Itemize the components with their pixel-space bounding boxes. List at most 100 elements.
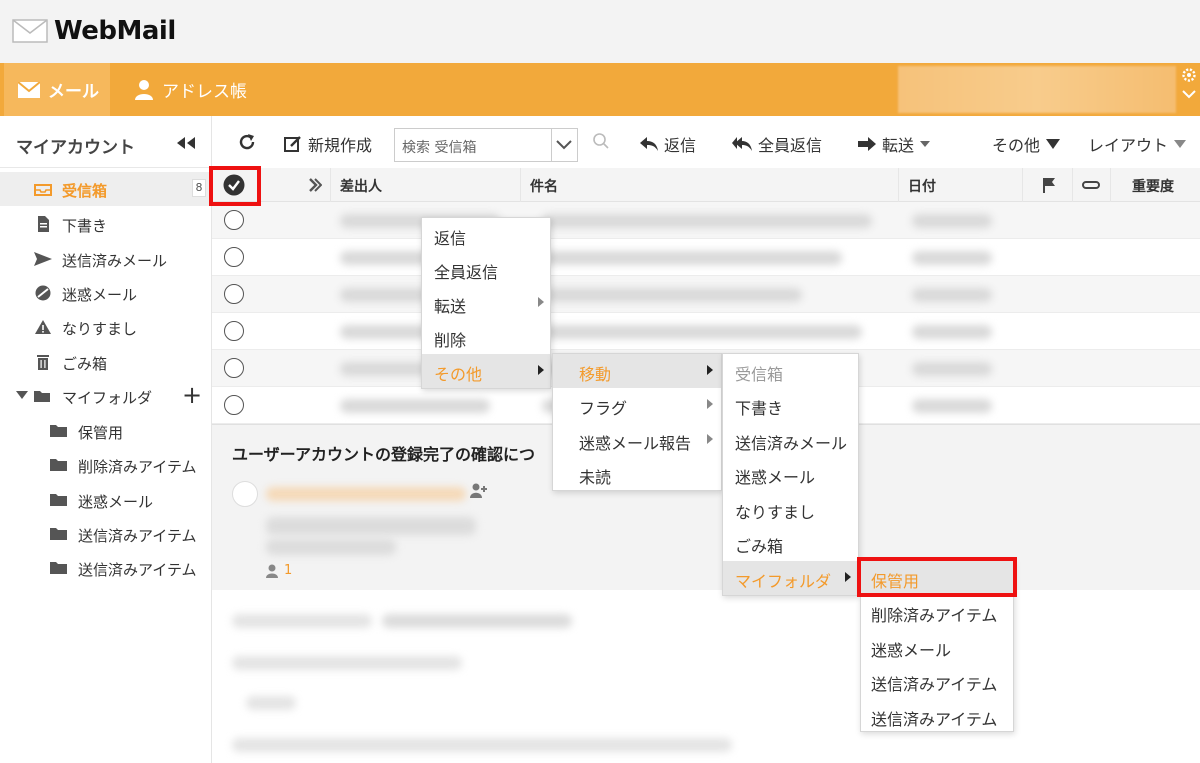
submenu-arrow-icon — [707, 434, 713, 444]
sidebar-item-drafts[interactable]: 下書き — [0, 207, 212, 241]
compose-icon — [284, 136, 301, 152]
nav-tab-address-book[interactable]: アドレス帳 — [130, 63, 247, 116]
new-message-label: 新規作成 — [308, 136, 373, 155]
menu-item-label: 転送 — [434, 297, 467, 316]
chevron-down-icon — [1182, 90, 1196, 99]
move-target-spam-folder[interactable]: 迷惑メール — [861, 630, 1013, 664]
sidebar-item-spam[interactable]: 迷惑メール — [0, 276, 212, 310]
sidebar-subfolder-item[interactable]: 送信済みアイテム — [0, 517, 212, 551]
column-divider — [1072, 168, 1073, 202]
redacted-date — [912, 214, 992, 228]
sidebar-item-sent[interactable]: 送信済みメール — [0, 242, 212, 276]
menu-item-label: 迷惑メール報告 — [579, 434, 692, 453]
person-icon — [135, 79, 153, 100]
flag-icon[interactable] — [1042, 177, 1056, 193]
row-select-radio[interactable] — [224, 395, 244, 415]
nav-tab-mail[interactable]: メール — [4, 63, 110, 116]
menu-item-reply-all[interactable]: 全員返信 — [422, 252, 550, 286]
move-target-spam[interactable]: 迷惑メール — [723, 457, 858, 491]
menu-item-label: 迷惑メール — [735, 468, 816, 487]
more-button[interactable]: その他 — [992, 132, 1061, 156]
reply-all-button[interactable]: 全員返信 — [732, 132, 822, 156]
recipient-count[interactable]: 1 — [266, 563, 292, 578]
caret-down-icon — [920, 141, 931, 147]
redacted-sender-name — [266, 487, 466, 501]
menu-item-move[interactable]: 移動 — [553, 354, 721, 388]
row-select-radio[interactable] — [224, 358, 244, 378]
collapse-sidebar-icon[interactable] — [176, 137, 196, 149]
app-title: WebMail — [54, 16, 176, 46]
redacted-body-line — [246, 696, 296, 710]
sidebar-item-trash[interactable]: ごみ箱 — [0, 345, 212, 379]
menu-item-report-spam[interactable]: 迷惑メール報告 — [553, 423, 721, 457]
table-row[interactable] — [212, 276, 1200, 313]
highlight-target-folder — [857, 557, 1017, 597]
move-target-trash[interactable]: ごみ箱 — [723, 526, 858, 560]
forward-button[interactable]: 転送 — [858, 132, 931, 156]
move-target-sent-items-2[interactable]: 送信済みアイテム — [861, 699, 1013, 733]
column-date[interactable]: 日付 — [908, 176, 936, 196]
add-folder-button[interactable]: + — [182, 383, 202, 407]
sidebar-subfolder-item[interactable]: 送信済みアイテム — [0, 551, 212, 585]
row-select-radio[interactable] — [224, 284, 244, 304]
layout-label: レイアウト — [1088, 136, 1169, 155]
thread-arrow-icon[interactable] — [308, 177, 322, 193]
sidebar-item-myfolder[interactable]: マイフォルダ + — [0, 379, 212, 413]
menu-item-flag[interactable]: フラグ — [553, 388, 721, 422]
sidebar-subfolder-item[interactable]: 削除済みアイテム — [0, 448, 212, 482]
search-box[interactable]: 検索 受信箱 — [394, 128, 578, 162]
redacted-date — [912, 251, 992, 265]
send-icon — [34, 252, 52, 266]
column-importance[interactable]: 重要度 — [1132, 176, 1174, 196]
menu-item-forward[interactable]: 転送 — [422, 286, 550, 320]
move-target-sent[interactable]: 送信済みメール — [723, 423, 858, 457]
warning-icon — [35, 320, 51, 334]
table-row[interactable] — [212, 202, 1200, 239]
move-submenu: 受信箱 下書き 送信済みメール 迷惑メール なりすまし ごみ箱 マイフォルダ — [722, 353, 859, 596]
reply-button[interactable]: 返信 — [640, 132, 696, 156]
menu-item-mark-unread[interactable]: 未読 — [553, 457, 721, 491]
menu-item-reply[interactable]: 返信 — [422, 218, 550, 252]
app-logo[interactable]: WebMail — [12, 16, 176, 46]
document-icon — [38, 216, 49, 232]
caret-down-icon[interactable] — [16, 391, 28, 399]
row-select-radio[interactable] — [224, 247, 244, 267]
table-row[interactable] — [212, 239, 1200, 276]
menu-item-label: 送信済みアイテム — [871, 710, 998, 729]
column-sender[interactable]: 差出人 — [340, 176, 382, 196]
sidebar-item-label: 削除済みアイテム — [78, 458, 197, 476]
menu-item-delete[interactable]: 削除 — [422, 320, 550, 354]
sidebar-item-inbox[interactable]: 受信箱 8 — [0, 172, 212, 206]
sidebar-item-spoofing[interactable]: なりすまし — [0, 310, 212, 344]
new-message-button[interactable]: 新規作成 — [284, 132, 372, 156]
layout-button[interactable]: レイアウト — [1088, 132, 1187, 156]
redacted-body-line — [232, 614, 372, 628]
sidebar-subfolder-item[interactable]: 保管用 — [0, 414, 212, 448]
menu-item-more[interactable]: その他 — [422, 354, 550, 388]
move-target-sent-items[interactable]: 送信済みアイテム — [861, 664, 1013, 698]
recipient-count-value: 1 — [284, 563, 293, 578]
row-select-radio[interactable] — [224, 321, 244, 341]
table-row[interactable] — [212, 313, 1200, 350]
chevron-down-icon — [556, 140, 572, 150]
search-icon — [593, 133, 609, 149]
search-input[interactable]: 検索 受信箱 — [402, 137, 476, 157]
move-target-drafts[interactable]: 下書き — [723, 388, 858, 422]
column-divider — [898, 168, 899, 202]
reply-icon — [640, 137, 658, 151]
move-target-deleted-items[interactable]: 削除済みアイテム — [861, 595, 1013, 629]
caret-down-icon — [1046, 139, 1061, 149]
menu-item-label: 送信済みメール — [735, 434, 848, 453]
row-select-radio[interactable] — [224, 210, 244, 230]
sidebar-subfolder-item[interactable]: 迷惑メール — [0, 483, 212, 517]
attachment-icon[interactable] — [1082, 178, 1100, 192]
move-target-myfolder[interactable]: マイフォルダ — [723, 561, 858, 595]
search-submit-button[interactable] — [592, 132, 610, 150]
refresh-button[interactable] — [238, 133, 256, 151]
search-scope-dropdown[interactable] — [551, 129, 577, 161]
column-subject[interactable]: 件名 — [530, 176, 558, 196]
add-contact-icon[interactable] — [470, 483, 488, 499]
move-target-spoofing[interactable]: なりすまし — [723, 492, 858, 526]
settings-menu[interactable] — [1180, 67, 1198, 113]
sidebar-item-label: 下書き — [62, 217, 108, 235]
